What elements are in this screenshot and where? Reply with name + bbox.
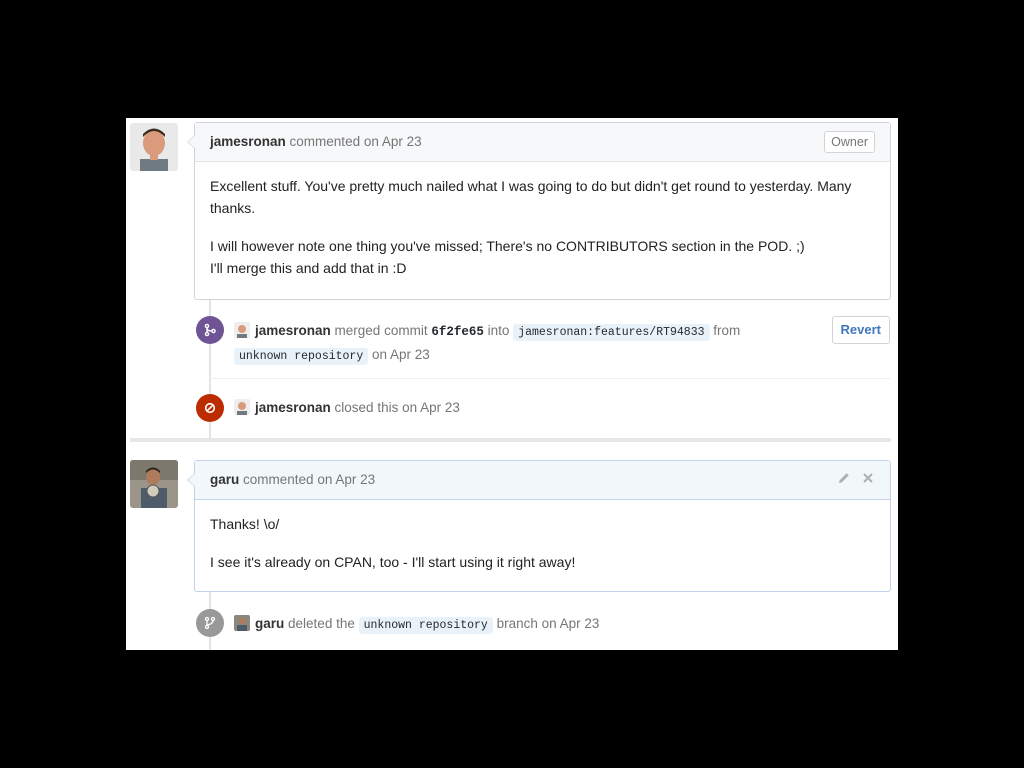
mini-avatar-jamesronan[interactable]: [234, 399, 250, 415]
event-author[interactable]: jamesronan: [255, 400, 331, 415]
comment-header: jamesronan commented on Apr 23 Owner: [187, 123, 890, 162]
event-text: branch on Apr 23: [496, 616, 600, 631]
delete-branch-event: garu deleted the unknown repository bran…: [234, 613, 734, 637]
comment-paragraph: I will however note one thing you've mis…: [210, 238, 805, 254]
timeline-divider: [130, 438, 891, 442]
delete-badge: [196, 609, 224, 637]
mini-avatar-jamesronan[interactable]: [234, 322, 250, 338]
comment-paragraph: Excellent stuff. You've pretty much nail…: [210, 178, 852, 216]
branch-ref[interactable]: jamesronan:features/RT94833: [513, 324, 710, 341]
comment-paragraph: Thanks! \o/: [210, 516, 280, 532]
pencil-icon[interactable]: [836, 471, 852, 487]
x-icon[interactable]: [860, 471, 876, 487]
avatar-jamesronan[interactable]: [130, 123, 178, 171]
comment-body: Excellent stuff. You've pretty much nail…: [195, 162, 890, 279]
git-branch-icon: [204, 616, 216, 630]
git-merge-icon: [204, 323, 216, 337]
avatar-garu[interactable]: [130, 460, 178, 508]
comment-author[interactable]: garu: [210, 472, 239, 487]
revert-button[interactable]: Revert: [831, 316, 890, 344]
close-badge: [196, 394, 224, 422]
event-text: into: [487, 323, 510, 338]
branch-ref[interactable]: unknown repository: [358, 617, 493, 634]
comment-author[interactable]: jamesronan: [210, 134, 286, 149]
circle-slash-icon: [204, 402, 216, 414]
event-text: merged commit: [334, 323, 428, 338]
pull-request-timeline: jamesronan commented on Apr 23 Owner Exc…: [126, 118, 898, 650]
event-author[interactable]: jamesronan: [255, 323, 331, 338]
repo-ref[interactable]: unknown repository: [234, 348, 369, 365]
commit-sha[interactable]: 6f2fe65: [431, 325, 484, 339]
comment-box: garu commented on Apr 23 Thanks! \o/ I s…: [187, 460, 891, 592]
event-text: deleted the: [288, 616, 355, 631]
comment-meta[interactable]: commented on Apr 23: [290, 134, 422, 149]
event-date[interactable]: on Apr 23: [372, 347, 430, 362]
owner-badge: Owner: [824, 131, 875, 153]
mini-avatar-garu[interactable]: [234, 615, 250, 631]
merge-badge: [196, 316, 224, 344]
comment-box: jamesronan commented on Apr 23 Owner Exc…: [187, 122, 891, 300]
comment-meta[interactable]: commented on Apr 23: [243, 472, 375, 487]
comment-paragraph: I see it's already on CPAN, too - I'll s…: [210, 554, 576, 570]
comment-header: garu commented on Apr 23: [187, 461, 890, 500]
merge-event: jamesronan merged commit 6f2fe65 into ja…: [234, 320, 784, 368]
separator: [210, 378, 890, 379]
event-author[interactable]: garu: [255, 616, 284, 631]
event-text: closed this on Apr 23: [334, 400, 460, 415]
comment-paragraph: I'll merge this and add that in :D: [210, 260, 407, 276]
comment-body: Thanks! \o/ I see it's already on CPAN, …: [195, 500, 890, 573]
close-event: jamesronan closed this on Apr 23: [234, 397, 734, 419]
event-text: from: [713, 323, 741, 338]
